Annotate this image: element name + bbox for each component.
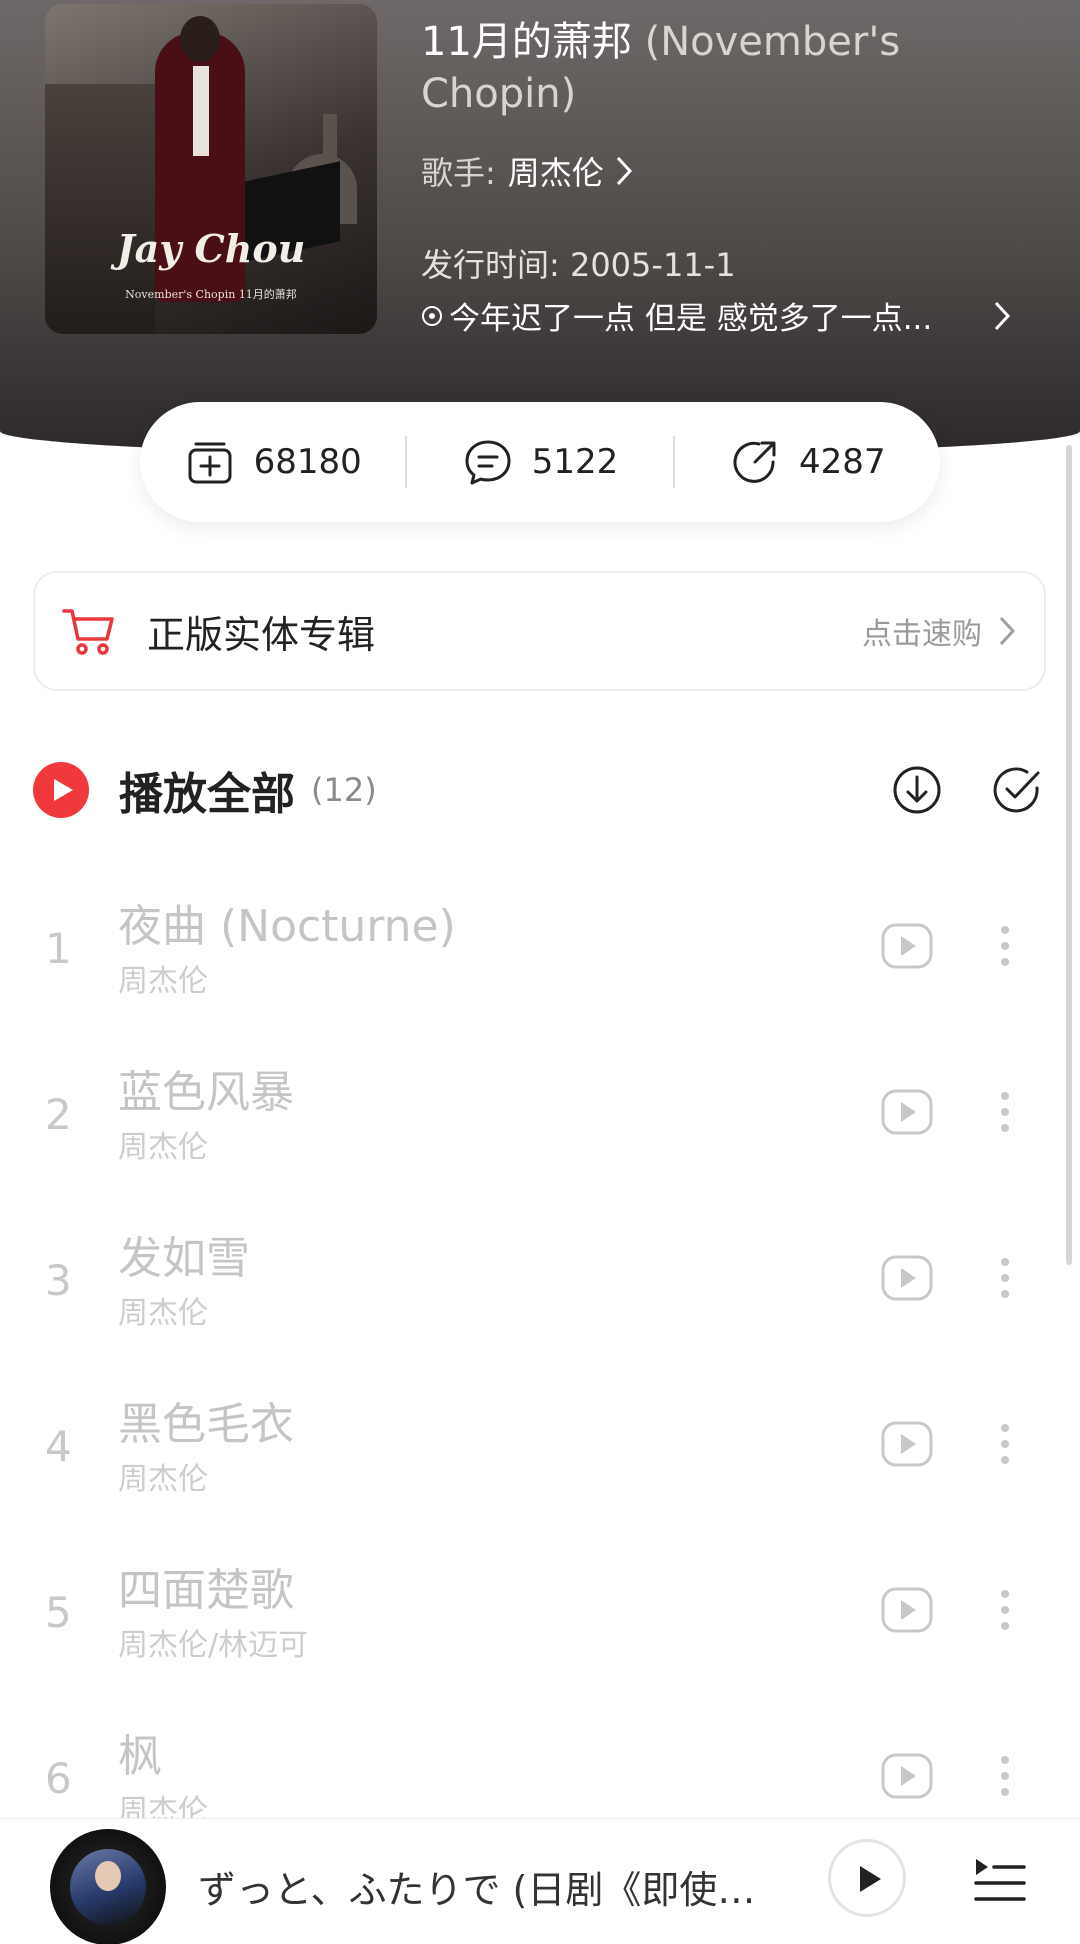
album-page: Jay Chou November's Chopin 11月的萧邦 11月的萧邦…	[0, 0, 1080, 1944]
more-options-icon[interactable]	[990, 924, 1020, 968]
mv-play-icon[interactable]	[880, 1254, 934, 1302]
physical-album-label: 正版实体专辑	[147, 612, 376, 657]
track-count: (12)	[311, 771, 377, 809]
song-index: 2	[45, 1090, 72, 1139]
chevron-right-icon	[994, 301, 1011, 330]
song-index: 3	[45, 1256, 72, 1305]
play-icon	[54, 779, 73, 801]
comments-button[interactable]: 5122	[407, 436, 672, 488]
song-row[interactable]: 1 夜曲 (Nocturne) 周杰伦	[0, 870, 1080, 1020]
album-title: 11月的萧邦 (November's Chopin)	[421, 16, 1021, 120]
more-options-icon[interactable]	[990, 1588, 1020, 1632]
mini-play-button[interactable]	[828, 1839, 906, 1917]
song-title: 枫	[118, 1731, 162, 1782]
song-index: 1	[45, 924, 72, 973]
album-stats-bar: 68180 5122 4287	[140, 402, 940, 522]
song-row[interactable]: 2 蓝色风暴 周杰伦	[0, 1036, 1080, 1186]
share-icon	[733, 441, 776, 483]
more-options-icon[interactable]	[990, 1090, 1020, 1134]
album-description[interactable]: 今年迟了一点 但是 感觉多了一点...	[421, 293, 1021, 338]
cover-subtitle: November's Chopin 11月的萧邦	[125, 288, 297, 301]
artist-link[interactable]: 歌手: 周杰伦	[421, 148, 634, 194]
song-row[interactable]: 4 黑色毛衣 周杰伦	[0, 1368, 1080, 1518]
song-index: 6	[45, 1754, 72, 1803]
now-playing-title[interactable]: ずっと、ふたりで (日剧《即使…	[198, 1859, 773, 1914]
song-row[interactable]: 3 发如雪 周杰伦	[0, 1202, 1080, 1352]
song-artist: 周杰伦	[118, 1130, 208, 1165]
mv-play-icon[interactable]	[880, 922, 934, 970]
scrollbar[interactable]	[1066, 445, 1072, 1265]
song-title: 蓝色风暴	[118, 1067, 294, 1118]
chevron-right-icon	[999, 616, 1016, 646]
mini-player[interactable]: ずっと、ふたりで (日剧《即使…	[0, 1818, 1080, 1944]
info-dot-icon	[422, 305, 442, 326]
shopping-cart-icon	[62, 609, 114, 655]
cover-shirt	[193, 66, 209, 156]
mv-play-icon[interactable]	[880, 1088, 934, 1136]
play-all-bar: 播放全部 (12)	[33, 755, 1043, 825]
mv-play-icon[interactable]	[880, 1586, 934, 1634]
chevron-right-icon	[616, 156, 632, 186]
download-icon[interactable]	[891, 764, 943, 816]
release-date: 发行时间: 2005-11-1	[421, 246, 736, 284]
song-title: 黑色毛衣	[118, 1399, 294, 1450]
song-index: 5	[45, 1588, 72, 1637]
song-artist: 周杰伦/林迈可	[118, 1628, 309, 1663]
song-artist: 周杰伦	[118, 1462, 208, 1497]
cover-logo-text: Jay Chou	[116, 226, 306, 271]
add-to-collection-icon	[188, 442, 232, 484]
more-options-icon[interactable]	[990, 1422, 1020, 1466]
more-options-icon[interactable]	[990, 1754, 1020, 1798]
play-icon	[860, 1866, 881, 1892]
song-artist: 周杰伦	[118, 1296, 208, 1331]
song-row[interactable]: 5 四面楚歌 周杰伦/林迈可	[0, 1534, 1080, 1684]
artist-name: 周杰伦	[507, 154, 604, 192]
quick-buy-label: 点击速购	[862, 617, 982, 652]
comment-icon	[465, 440, 511, 485]
physical-album-banner[interactable]: 正版实体专辑 点击速购	[33, 571, 1046, 691]
artist-label: 歌手:	[421, 154, 496, 192]
song-title: 发如雪	[118, 1233, 250, 1284]
song-artist: 周杰伦	[118, 964, 208, 999]
song-title: 四面楚歌	[118, 1565, 294, 1616]
collect-button[interactable]: 68180	[140, 436, 405, 488]
album-title-zh: 11月的萧邦	[421, 19, 632, 65]
share-button[interactable]: 4287	[675, 436, 940, 488]
description-text: 今年迟了一点 但是 感觉多了一点...	[449, 301, 933, 337]
more-options-icon[interactable]	[990, 1256, 1020, 1300]
share-count: 4287	[799, 442, 886, 482]
artwork-face	[95, 1861, 121, 1891]
album-cover[interactable]: Jay Chou November's Chopin 11月的萧邦	[45, 4, 377, 334]
album-header: Jay Chou November's Chopin 11月的萧邦 11月的萧邦…	[0, 0, 1080, 455]
cover-head	[180, 16, 220, 62]
song-index: 4	[45, 1422, 72, 1471]
multi-select-icon[interactable]	[991, 764, 1043, 816]
mv-play-icon[interactable]	[880, 1420, 934, 1468]
playlist-icon[interactable]	[972, 1853, 1028, 1907]
play-all-label[interactable]: 播放全部	[119, 758, 295, 822]
now-playing-disc[interactable]	[50, 1829, 166, 1944]
mv-play-icon[interactable]	[880, 1752, 934, 1800]
comment-count: 5122	[531, 442, 619, 482]
song-title: 夜曲 (Nocturne)	[118, 901, 456, 952]
collect-count: 68180	[253, 442, 362, 482]
play-all-button[interactable]	[33, 762, 89, 818]
